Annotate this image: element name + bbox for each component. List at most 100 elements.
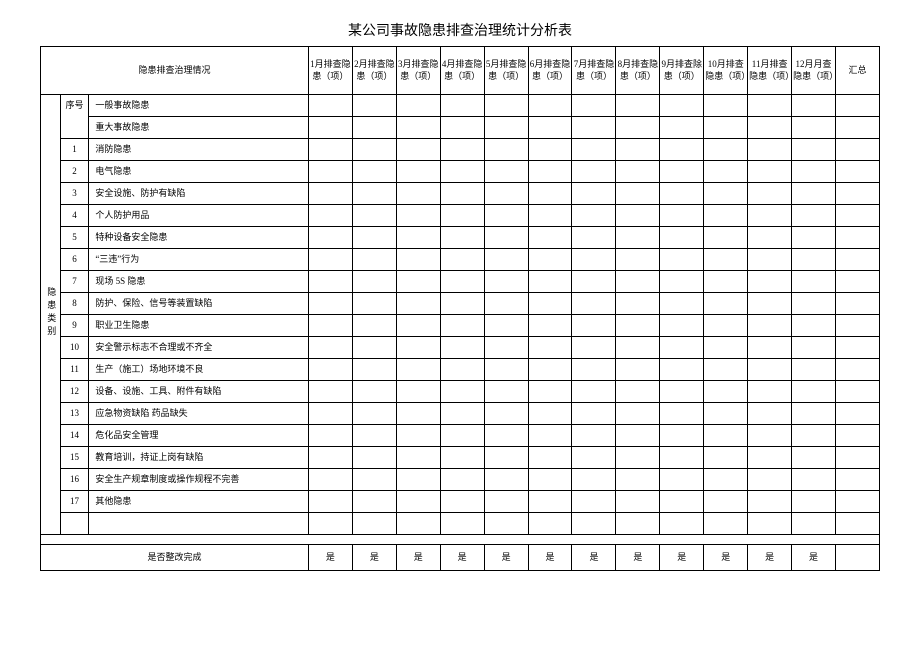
value-cell bbox=[484, 117, 528, 139]
value-cell bbox=[572, 425, 616, 447]
value-cell bbox=[616, 271, 660, 293]
item-cell: 重大事故隐患 bbox=[89, 117, 309, 139]
value-cell bbox=[836, 469, 880, 491]
table-row: 15教育培训，持证上岗有缺陷 bbox=[41, 447, 880, 469]
seq-cell: 17 bbox=[60, 491, 89, 513]
table-row-blank bbox=[41, 513, 880, 535]
table-row: 13应急物资缺陷 药品缺失 bbox=[41, 403, 880, 425]
seq-cell: 1 bbox=[60, 139, 89, 161]
value-cell bbox=[660, 161, 704, 183]
value-cell bbox=[792, 95, 836, 117]
value-cell bbox=[528, 249, 572, 271]
value-cell bbox=[396, 139, 440, 161]
value-cell bbox=[572, 139, 616, 161]
value-cell bbox=[396, 183, 440, 205]
value-cell bbox=[308, 359, 352, 381]
value-cell bbox=[836, 513, 880, 535]
value-cell bbox=[308, 491, 352, 513]
value-cell bbox=[572, 183, 616, 205]
value-cell bbox=[352, 205, 396, 227]
value-cell bbox=[308, 249, 352, 271]
value-cell bbox=[440, 359, 484, 381]
summary-value: 是 bbox=[396, 545, 440, 571]
value-cell bbox=[352, 95, 396, 117]
value-cell bbox=[748, 491, 792, 513]
value-cell bbox=[660, 359, 704, 381]
value-cell bbox=[484, 95, 528, 117]
value-cell bbox=[308, 271, 352, 293]
value-cell bbox=[792, 227, 836, 249]
value-cell bbox=[748, 381, 792, 403]
value-cell bbox=[396, 161, 440, 183]
summary-value: 是 bbox=[484, 545, 528, 571]
item-cell: 防护、保险、信号等装置缺陷 bbox=[89, 293, 309, 315]
value-cell bbox=[308, 469, 352, 491]
value-cell bbox=[704, 227, 748, 249]
table-row: 6“三违”行为 bbox=[41, 249, 880, 271]
seq-cell: 10 bbox=[60, 337, 89, 359]
value-cell bbox=[308, 139, 352, 161]
value-cell bbox=[352, 425, 396, 447]
value-cell bbox=[484, 227, 528, 249]
table-row: 8防护、保险、信号等装置缺陷 bbox=[41, 293, 880, 315]
seq-header: 序号 bbox=[60, 95, 89, 117]
value-cell bbox=[572, 293, 616, 315]
seq-cell: 14 bbox=[60, 425, 89, 447]
value-cell bbox=[440, 469, 484, 491]
value-cell bbox=[660, 249, 704, 271]
seq-cell bbox=[60, 117, 89, 139]
value-cell bbox=[616, 227, 660, 249]
value-cell bbox=[308, 425, 352, 447]
value-cell bbox=[704, 337, 748, 359]
value-cell bbox=[660, 117, 704, 139]
value-cell bbox=[792, 337, 836, 359]
item-cell: 个人防护用品 bbox=[89, 205, 309, 227]
value-cell bbox=[836, 337, 880, 359]
value-cell bbox=[748, 205, 792, 227]
seq-cell bbox=[60, 513, 89, 535]
value-cell bbox=[704, 381, 748, 403]
value-cell bbox=[528, 381, 572, 403]
value-cell bbox=[572, 403, 616, 425]
value-cell bbox=[396, 205, 440, 227]
value-cell bbox=[792, 205, 836, 227]
value-cell bbox=[352, 381, 396, 403]
seq-cell: 4 bbox=[60, 205, 89, 227]
table-row: 16安全生产规章制度或操作规程不完善 bbox=[41, 469, 880, 491]
value-cell bbox=[572, 469, 616, 491]
value-cell bbox=[396, 249, 440, 271]
value-cell bbox=[792, 447, 836, 469]
value-cell bbox=[528, 117, 572, 139]
value-cell bbox=[836, 161, 880, 183]
value-cell bbox=[352, 491, 396, 513]
value-cell bbox=[748, 337, 792, 359]
header-month-12: 12月月查隐患（项） bbox=[792, 47, 836, 95]
value-cell bbox=[572, 337, 616, 359]
summary-value: 是 bbox=[572, 545, 616, 571]
value-cell bbox=[352, 359, 396, 381]
value-cell bbox=[660, 183, 704, 205]
value-cell bbox=[396, 271, 440, 293]
value-cell bbox=[484, 513, 528, 535]
value-cell bbox=[396, 95, 440, 117]
value-cell bbox=[440, 271, 484, 293]
value-cell bbox=[704, 95, 748, 117]
value-cell bbox=[660, 469, 704, 491]
value-cell bbox=[660, 513, 704, 535]
value-cell bbox=[484, 359, 528, 381]
value-cell bbox=[836, 293, 880, 315]
table-row: 14危化品安全管理 bbox=[41, 425, 880, 447]
value-cell bbox=[440, 117, 484, 139]
value-cell bbox=[792, 293, 836, 315]
value-cell bbox=[528, 425, 572, 447]
value-cell bbox=[572, 95, 616, 117]
value-cell bbox=[572, 315, 616, 337]
value-cell bbox=[792, 425, 836, 447]
value-cell bbox=[572, 117, 616, 139]
value-cell bbox=[704, 249, 748, 271]
value-cell bbox=[616, 447, 660, 469]
item-cell: 职业卫生隐患 bbox=[89, 315, 309, 337]
value-cell bbox=[616, 293, 660, 315]
seq-cell: 9 bbox=[60, 315, 89, 337]
value-cell bbox=[352, 293, 396, 315]
